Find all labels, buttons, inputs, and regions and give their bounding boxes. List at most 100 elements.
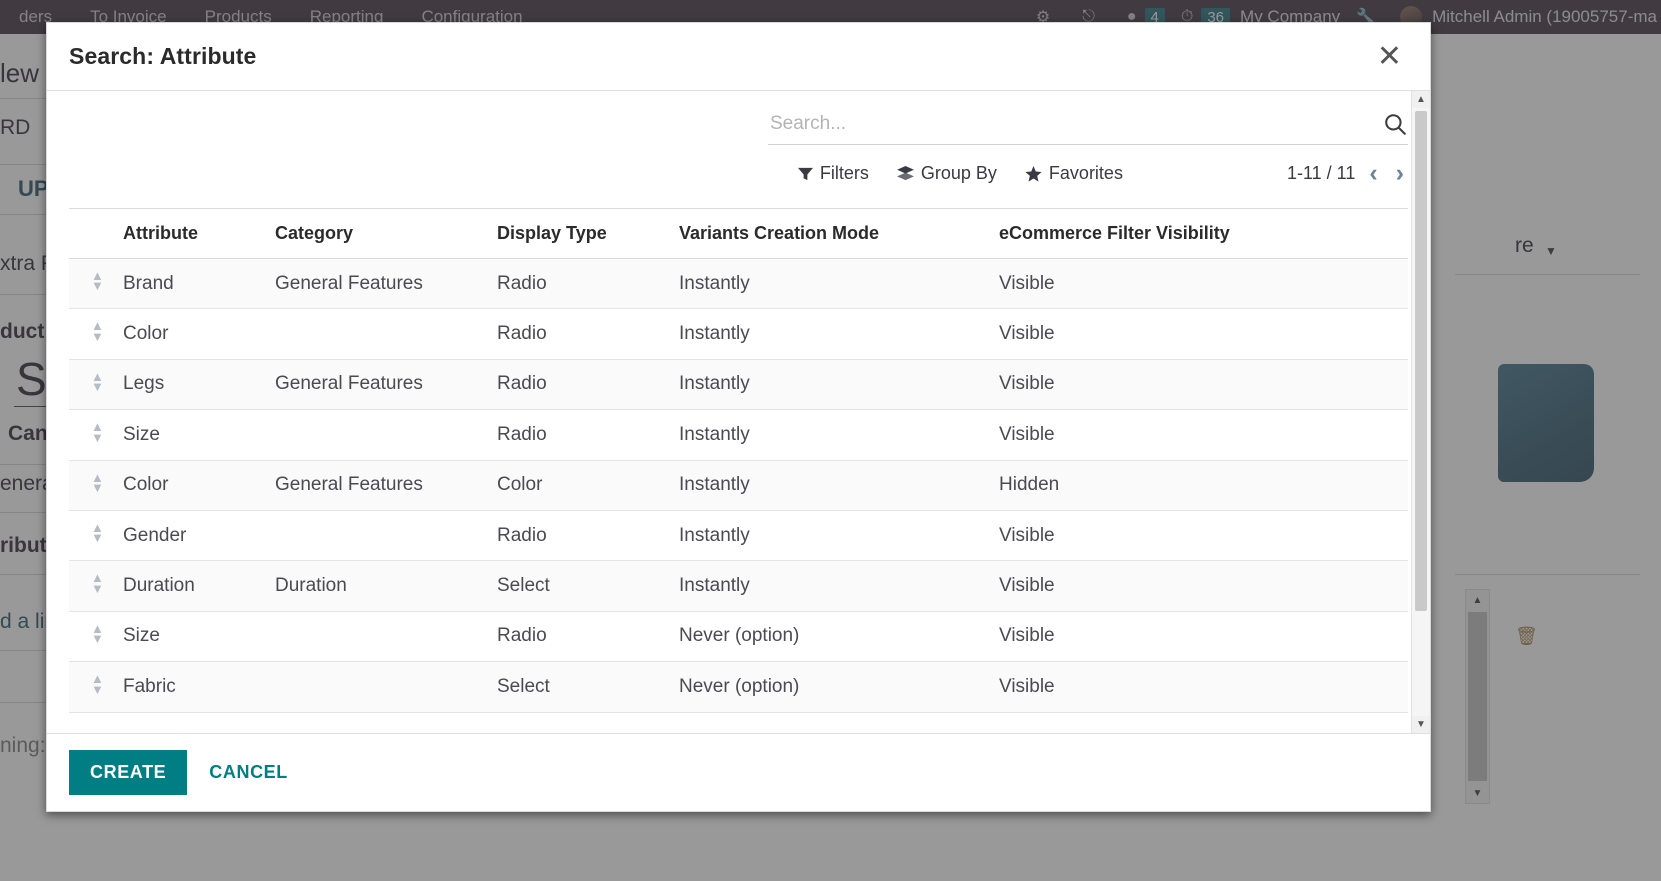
search-input[interactable]	[768, 112, 1382, 136]
column-attribute[interactable]: Attribute	[123, 208, 275, 259]
control-panel: Filters Group By Favorites	[69, 91, 1408, 186]
create-button[interactable]: CREATE	[69, 750, 188, 795]
cell-variants-creation-mode: Instantly	[679, 359, 999, 411]
cell-attribute: Size	[123, 409, 275, 461]
dialog-scrollbar[interactable]: ▲ ▼	[1411, 91, 1430, 733]
cell-category	[275, 409, 497, 461]
table-body: ▲ ▼ Brand General Features Radio Instantly Vis…	[69, 258, 1408, 713]
cell-attribute: Duration	[123, 560, 275, 612]
column-variants-creation-mode[interactable]: Variants Creation Mode	[679, 208, 999, 259]
table-head: Attribute Category Display Type Variants…	[69, 208, 1408, 259]
table-row[interactable]: ▲ ▼ Size Radio Never (option) Visible	[69, 611, 1408, 663]
pager: 1-11 / 11 ‹ ›	[1287, 161, 1408, 186]
cell-variants-creation-mode: Instantly	[679, 409, 999, 461]
cancel-button[interactable]: CANCEL	[191, 750, 306, 795]
sort-handle-icon[interactable]: ▲ ▼	[91, 621, 104, 645]
search-icon[interactable]	[1382, 111, 1408, 137]
star-icon	[1025, 165, 1042, 182]
cell-variants-creation-mode: Never (option)	[679, 661, 999, 713]
row-drag-handle[interactable]: ▲ ▼	[69, 308, 123, 360]
filter-toolbar: Filters Group By Favorites 1-11 / 11 ‹ ›	[69, 161, 1408, 186]
table-row[interactable]: ▲ ▼ Brand General Features Radio Instantly Vis…	[69, 258, 1408, 310]
cell-variants-creation-mode: Instantly	[679, 560, 999, 612]
chevron-left-icon[interactable]: ‹	[1365, 161, 1381, 186]
row-drag-handle[interactable]: ▲ ▼	[69, 460, 123, 511]
favorites-button[interactable]: Favorites	[1011, 161, 1137, 186]
table-row[interactable]: ▲ ▼ Legs General Features Radio Instantly Visi…	[69, 359, 1408, 411]
cell-category: General Features	[275, 258, 497, 310]
cell-category	[275, 661, 497, 713]
cell-ecommerce-filter-visibility: Visible	[999, 308, 1408, 360]
cell-display-type: Radio	[497, 611, 679, 663]
sort-handle-icon[interactable]: ▲ ▼	[91, 672, 104, 696]
cell-display-type: Select	[497, 661, 679, 713]
cell-attribute: Color	[123, 460, 275, 511]
sort-handle-icon[interactable]: ▲ ▼	[91, 269, 104, 293]
attribute-list-table: Attribute Category Display Type Variants…	[69, 208, 1408, 713]
cell-category: General Features	[275, 460, 497, 511]
close-icon[interactable]: ✕	[1371, 38, 1408, 76]
sort-handle-icon[interactable]: ▲ ▼	[91, 571, 104, 595]
cell-ecommerce-filter-visibility: Hidden	[999, 460, 1408, 511]
search-row	[69, 105, 1408, 145]
cell-ecommerce-filter-visibility: Visible	[999, 661, 1408, 713]
cell-ecommerce-filter-visibility: Visible	[999, 409, 1408, 461]
cell-variants-creation-mode: Instantly	[679, 308, 999, 360]
cell-ecommerce-filter-visibility: Visible	[999, 510, 1408, 562]
cell-attribute: Fabric	[123, 661, 275, 713]
row-drag-handle[interactable]: ▲ ▼	[69, 409, 123, 461]
filters-label: Filters	[819, 163, 869, 183]
cell-display-type: Radio	[497, 510, 679, 562]
cell-variants-creation-mode: Instantly	[679, 460, 999, 511]
cell-display-type: Radio	[497, 359, 679, 411]
row-drag-handle[interactable]: ▲ ▼	[69, 258, 123, 310]
table-row[interactable]: ▲ ▼ Color General Features Color Instantly Hid…	[69, 460, 1408, 511]
cell-ecommerce-filter-visibility: Visible	[999, 359, 1408, 411]
scroll-down-arrow-icon[interactable]: ▼	[1412, 716, 1430, 733]
cell-category: General Features	[275, 359, 497, 411]
group-by-label: Group By	[920, 163, 997, 183]
sort-handle-icon[interactable]: ▲ ▼	[91, 319, 104, 343]
scroll-up-arrow-icon[interactable]: ▲	[1412, 91, 1430, 108]
row-drag-handle[interactable]: ▲ ▼	[69, 560, 123, 612]
group-by-button[interactable]: Group By	[883, 161, 1011, 186]
row-drag-handle[interactable]: ▲ ▼	[69, 510, 123, 562]
dialog-title: Search: Attribute	[69, 43, 257, 69]
cell-category	[275, 308, 497, 360]
table-row[interactable]: ▲ ▼ Color Radio Instantly Visible	[69, 308, 1408, 360]
chevron-right-icon[interactable]: ›	[1392, 161, 1408, 186]
row-drag-handle[interactable]: ▲ ▼	[69, 661, 123, 713]
favorites-label: Favorites	[1048, 163, 1123, 183]
table-row[interactable]: ▲ ▼ Gender Radio Instantly Visible	[69, 510, 1408, 562]
cell-attribute: Gender	[123, 510, 275, 562]
sort-handle-icon[interactable]: ▲ ▼	[91, 470, 104, 494]
cell-attribute: Legs	[123, 359, 275, 411]
table-row[interactable]: ▲ ▼ Size Radio Instantly Visible	[69, 409, 1408, 461]
table-row[interactable]: ▲ ▼ Fabric Select Never (option) Visible	[69, 661, 1408, 713]
search-bar[interactable]	[768, 105, 1408, 145]
layers-icon	[896, 166, 914, 181]
cell-attribute: Size	[123, 611, 275, 663]
row-drag-handle[interactable]: ▲ ▼	[69, 359, 123, 411]
row-drag-handle[interactable]: ▲ ▼	[69, 611, 123, 663]
cell-attribute: Brand	[123, 258, 275, 310]
scroll-thumb[interactable]	[1415, 111, 1427, 611]
column-display-type[interactable]: Display Type	[497, 208, 679, 259]
table-row[interactable]: ▲ ▼ Duration Duration Select Instantly Visible	[69, 560, 1408, 612]
cell-display-type: Color	[497, 460, 679, 511]
cell-category: Duration	[275, 560, 497, 612]
column-category[interactable]: Category	[275, 208, 497, 259]
pager-range: 1-11 / 11	[1286, 163, 1356, 183]
column-ecommerce-filter-visibility[interactable]: eCommerce Filter Visibility	[999, 208, 1408, 259]
sort-handle-icon[interactable]: ▲ ▼	[91, 420, 104, 444]
cell-ecommerce-filter-visibility: Visible	[999, 258, 1408, 310]
sort-handle-icon[interactable]: ▲ ▼	[91, 521, 104, 545]
cell-variants-creation-mode: Never (option)	[679, 611, 999, 663]
search-attribute-dialog: Search: Attribute ✕ Search... Filters Gr…	[46, 22, 1431, 812]
cell-display-type: Radio	[497, 308, 679, 360]
sort-handle-icon[interactable]: ▲ ▼	[91, 370, 104, 394]
funnel-icon	[797, 167, 813, 181]
cell-ecommerce-filter-visibility: Visible	[999, 611, 1408, 663]
filters-button[interactable]: Filters	[784, 161, 883, 186]
table-header-row: Attribute Category Display Type Variants…	[69, 208, 1408, 259]
